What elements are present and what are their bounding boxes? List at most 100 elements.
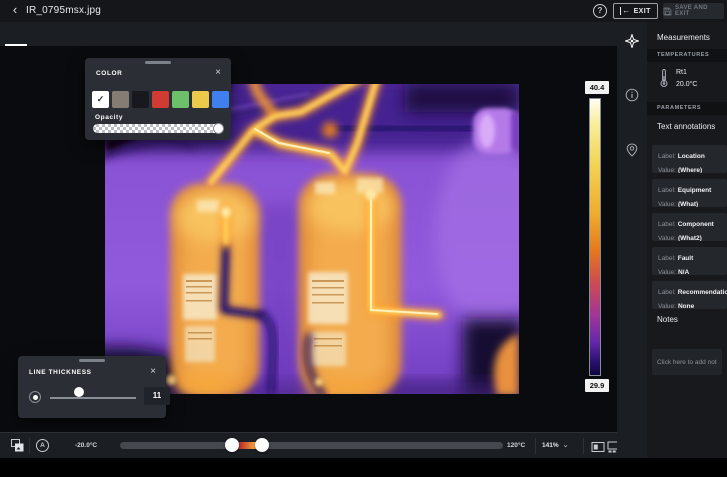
parameters-header: PARAMETERS [647,102,727,115]
panel-title: Measurements [657,33,710,42]
annotation-value: N/A [678,269,689,275]
temperatures-header: TEMPERATURES [647,49,727,62]
help-button[interactable]: ? [593,4,607,18]
measurements-tab[interactable] [625,34,639,48]
fit-view-icon [591,441,605,453]
annotation-card[interactable]: Label:Equipment Value:(What) [652,179,727,207]
annotation-value: (What2) [678,235,702,241]
color-swatch-white[interactable]: ✓ [92,91,109,108]
measurements-panel: Measurements TEMPERATURES Rt1 20.0°C PAR… [647,22,727,458]
notes-title: Notes [657,315,678,324]
check-icon: ✓ [97,94,105,105]
bottom-divider [535,438,536,454]
color-popup: COLOR × ✓ Opacity [85,58,231,140]
color-popup-title: COLOR [96,70,122,77]
save-icon [663,7,672,16]
line-thickness-popup: LINE THICKNESS × 11 [18,356,166,418]
range-min-label: -20.0°C [75,433,97,458]
line-thickness-title: LINE THICKNESS [29,369,92,376]
auto-icon: A [40,442,45,449]
location-pin-icon [625,143,639,157]
image-canvas[interactable]: 40.4 29.9 COLOR × ✓ Opacity [0,46,617,432]
chevron-down-icon: ⌄ [563,442,569,449]
annotation-value-key: Value: [658,269,676,275]
zoom-dropdown[interactable]: 141% ⌄ [542,433,569,458]
popup-drag-handle[interactable] [145,61,171,64]
location-tab[interactable] [625,143,639,157]
annotation-value-key: Value: [658,201,676,207]
save-and-exit-button[interactable]: SAVE AND EXIT [663,3,724,19]
color-swatch-gray[interactable] [112,91,129,108]
color-swatch-black[interactable] [132,91,149,108]
bottom-divider [29,438,30,454]
exit-label: EXIT [634,8,651,15]
annotation-toolbar: DONE CANCEL [0,22,617,46]
annotation-value-key: Value: [658,303,676,309]
annotation-label-key: Label: [658,221,676,228]
measurement-name: Rt1 [676,69,687,76]
image-mode-icon [10,438,25,453]
temperature-scale-bar [589,98,601,376]
color-swatch-green[interactable] [172,91,189,108]
bottom-bar: A -20.0°C 120°C 141% ⌄ [0,432,620,458]
thickness-slider-handle[interactable] [74,387,84,397]
exit-arrow-icon: ← [620,7,630,15]
swatch-row: ✓ [92,91,229,108]
popup-drag-handle[interactable] [79,359,105,362]
opacity-slider[interactable] [93,124,223,133]
annotation-label: Component [678,221,714,228]
annotation-value-key: Value: [658,235,676,241]
range-max-label: 120°C [507,433,525,458]
scale-max-label: 40.4 [585,81,609,94]
info-icon [625,88,639,102]
annotation-card[interactable]: Label:Recommendation Value:None [652,281,727,309]
scale-min-label: 29.9 [585,379,609,392]
measurement-value: 20.0°C [676,81,697,88]
thickness-slider[interactable] [50,391,136,403]
save-and-exit-label: SAVE AND EXIT [675,5,724,17]
color-swatch-red[interactable] [152,91,169,108]
header-bar: ‹ IR_0795msx.jpg ? ← EXIT SAVE AND EXIT [0,0,727,22]
range-handle-low[interactable] [225,438,239,452]
annotation-value-key: Value: [658,167,676,173]
range-handle-high[interactable] [255,438,269,452]
info-tab[interactable] [625,88,639,102]
annotation-label-key: Label: [658,255,676,262]
image-mode-button[interactable] [7,438,27,453]
annotation-card[interactable]: Label:Fault Value:N/A [652,247,727,275]
color-swatch-yellow[interactable] [192,91,209,108]
annotation-label: Location [678,153,705,160]
annotation-label: Fault [678,255,694,262]
annotation-card[interactable]: Label:Component Value:(What2) [652,213,727,241]
thickness-preview-icon [29,391,41,403]
annotations-title: Text annotations [657,122,715,131]
annotation-label-key: Label: [658,289,676,296]
annotation-value: (What) [678,201,698,207]
app-window: ‹ IR_0795msx.jpg ? ← EXIT SAVE AND EXIT [0,0,727,477]
annotation-label: Equipment [678,187,712,194]
file-title: IR_0795msx.jpg [26,0,101,22]
annotation-card[interactable]: Label:Location Value:(Where) [652,145,727,173]
back-icon: ‹ [13,2,17,17]
close-icon[interactable]: × [212,67,224,79]
notes-input[interactable] [652,349,722,375]
annotation-label-key: Label: [658,153,676,160]
close-icon[interactable]: × [147,366,159,378]
sidebar-rail [617,22,647,458]
bottom-divider [583,438,584,454]
back-button[interactable]: ‹ [8,0,22,22]
temperature-range-slider[interactable] [120,442,503,449]
annotation-value: (Where) [678,167,702,173]
zoom-level-value: 141% [542,442,559,449]
help-icon: ? [598,6,603,15]
opacity-slider-handle[interactable] [213,123,224,134]
annotation-value: None [678,303,694,309]
thickness-value: 11 [144,387,170,405]
crosshair-icon [625,34,639,48]
opacity-label: Opacity [95,114,123,121]
auto-scale-button[interactable]: A [36,439,49,452]
exit-button[interactable]: ← EXIT [613,3,658,19]
color-swatch-blue[interactable] [212,91,229,108]
annotation-label-key: Label: [658,187,676,194]
thermometer-icon [659,68,669,93]
